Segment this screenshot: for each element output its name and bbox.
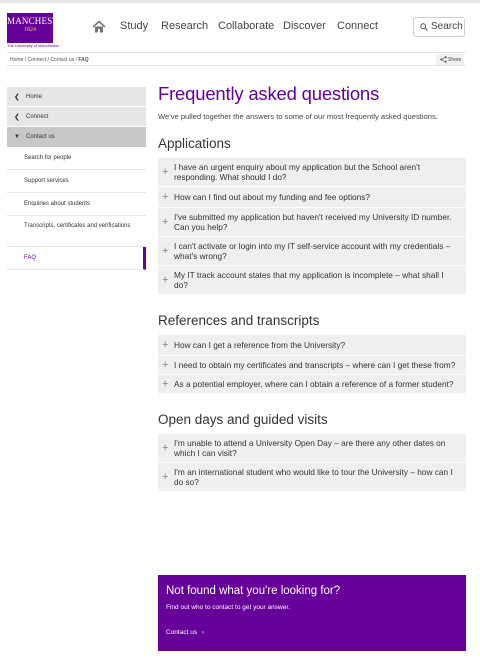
- faq-question: I can't activate or login into my IT sel…: [174, 241, 451, 261]
- sidebar-item-label: Enquiries about students: [24, 201, 91, 207]
- home-icon[interactable]: [92, 20, 106, 34]
- faq-item[interactable]: + I'm an international student who would …: [158, 463, 466, 492]
- faq-question: I have an urgent enquiry about my applic…: [174, 162, 421, 182]
- page-title: Frequently asked questions: [158, 83, 380, 104]
- faq-item[interactable]: + I need to obtain my certificates and tr…: [158, 356, 466, 375]
- sidebar-item-label: Home: [26, 94, 43, 100]
- nav-research[interactable]: Research: [161, 20, 208, 32]
- nav-study[interactable]: Study: [120, 20, 148, 32]
- logo-wordmark: MANCHESTER: [7, 16, 71, 26]
- breadcrumb-current: FAQ: [78, 57, 89, 63]
- breadcrumb-home[interactable]: Home: [10, 57, 23, 63]
- sidebar-item-support-services[interactable]: Support services: [7, 170, 146, 193]
- cta-text: Find out who to contact to get your answ…: [166, 604, 290, 611]
- chevron-right-icon: ›: [201, 629, 205, 636]
- breadcrumb: Home / Connect / Contact us / FAQ Share: [7, 52, 466, 66]
- nav-connect[interactable]: Connect: [337, 20, 378, 32]
- faq-item[interactable]: + I'm unable to attend a University Open …: [158, 434, 466, 463]
- sidebar-item-label: Transcripts, certificates and verificati…: [24, 223, 131, 229]
- sidebar-item-transcripts[interactable]: Transcripts, certificates and verificati…: [7, 216, 146, 247]
- faq-question: I'm unable to attend a University Open D…: [174, 438, 446, 458]
- site-header: MANCHESTER 1824 The University of Manche…: [0, 0, 480, 48]
- faq-item[interactable]: + I've submitted my application but haven…: [158, 208, 466, 237]
- nav-discover[interactable]: Discover: [283, 20, 326, 32]
- share-icon: [440, 56, 447, 63]
- logo-year: 1824: [24, 27, 36, 33]
- sidebar-item-label: Support services: [24, 178, 69, 184]
- breadcrumb-separator: /: [47, 57, 49, 63]
- sidebar-item-label: Contact us: [26, 134, 55, 140]
- sidebar-item-connect[interactable]: ❮ Connect: [7, 107, 146, 127]
- breadcrumb-contact-us[interactable]: Contact us: [50, 57, 74, 63]
- faq-question: I'm an international student who would l…: [174, 467, 453, 487]
- plus-icon: +: [162, 359, 169, 371]
- faq-question: How can I get a reference from the Unive…: [174, 340, 346, 350]
- intro-text: We've pulled together the answers to som…: [158, 112, 438, 121]
- sidebar-item-enquiries-about-students[interactable]: Enquiries about students: [7, 193, 146, 216]
- share-label: Share: [448, 57, 462, 63]
- plus-icon: +: [162, 166, 169, 178]
- search-label: Search: [431, 21, 463, 32]
- plus-icon: +: [162, 191, 169, 203]
- search-button[interactable]: Search: [413, 17, 465, 37]
- sidebar-item-contact-us[interactable]: ▼ Contact us: [7, 127, 146, 147]
- breadcrumb-connect[interactable]: Connect: [28, 57, 47, 63]
- breadcrumb-separator: /: [24, 57, 27, 63]
- faq-item[interactable]: + I have an urgent enquiry about my appli…: [158, 158, 466, 187]
- sidebar-item-label: Search for people: [24, 155, 72, 161]
- faq-item[interactable]: + How can I get a reference from the Univ…: [158, 335, 466, 356]
- section-heading-open-days: Open days and guided visits: [158, 412, 328, 427]
- plus-icon: +: [162, 216, 169, 228]
- chevron-left-icon: ❮: [14, 114, 20, 121]
- sidebar-nav: ❮ Home ❮ Connect ▼ Contact us Search for…: [7, 87, 146, 270]
- logo-subtitle: The University of Manchester: [7, 43, 60, 48]
- faq-item[interactable]: + How can I find out about my funding and…: [158, 187, 466, 208]
- search-icon: [420, 23, 428, 31]
- plus-icon: +: [162, 274, 169, 286]
- faq-question: I need to obtain my certificates and tra…: [174, 360, 456, 370]
- section-heading-references: References and transcripts: [158, 313, 320, 328]
- breadcrumb-separator: /: [75, 57, 77, 63]
- plus-icon: +: [162, 378, 169, 390]
- chevron-left-icon: ❮: [14, 94, 20, 101]
- plus-icon: +: [162, 245, 169, 257]
- faq-item[interactable]: + My IT track account states that my appl…: [158, 266, 466, 295]
- plus-icon: +: [162, 442, 169, 454]
- sidebar-item-label: Connect: [26, 114, 49, 120]
- share-button[interactable]: Share: [436, 54, 464, 65]
- faq-item[interactable]: + I can't activate or login into my IT se…: [158, 237, 466, 266]
- faq-question: My IT track account states that my appli…: [174, 270, 444, 290]
- faq-question: How can I find out about my funding and …: [174, 192, 371, 202]
- sidebar-item-faq[interactable]: FAQ: [7, 247, 146, 270]
- faq-question: As a potential employer, where can I obt…: [174, 379, 454, 389]
- faq-item[interactable]: + As a potential employer, where can I ob…: [158, 375, 466, 394]
- chevron-down-icon: ▼: [14, 134, 20, 140]
- university-logo[interactable]: MANCHESTER 1824: [7, 13, 71, 43]
- sidebar-item-home[interactable]: ❮ Home: [7, 87, 146, 107]
- section-heading-applications: Applications: [158, 136, 231, 151]
- sidebar-item-label: FAQ: [24, 255, 37, 261]
- contact-us-label: Contact us: [166, 629, 198, 636]
- main-content: Frequently asked questions We've pulled …: [158, 83, 466, 492]
- faq-question: I've submitted my application but haven'…: [174, 212, 452, 232]
- contact-us-link[interactable]: Contact us ›: [166, 629, 204, 636]
- nav-collaborate[interactable]: Collaborate: [218, 20, 274, 32]
- cta-title: Not found what you're looking for?: [166, 585, 341, 597]
- sidebar-item-search-for-people[interactable]: Search for people: [7, 147, 146, 170]
- plus-icon: +: [162, 471, 169, 483]
- contact-cta-panel: Not found what you're looking for? Find …: [158, 575, 466, 651]
- plus-icon: +: [162, 339, 169, 351]
